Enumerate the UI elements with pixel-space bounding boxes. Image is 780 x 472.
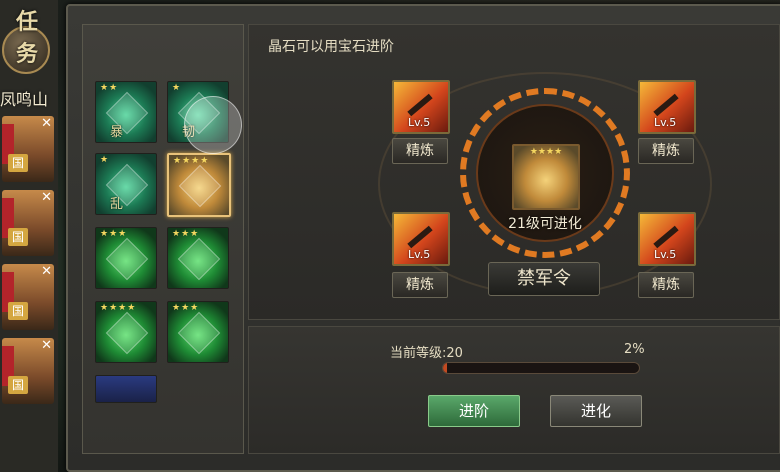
evolve-level-text: 21级可进化 xyxy=(508,216,582,232)
level-progress-bar xyxy=(442,362,640,374)
gem-tag: 乱 xyxy=(110,197,124,212)
center-gem-slot[interactable]: ★★★★ xyxy=(512,144,580,210)
touch-indicator xyxy=(184,96,242,154)
hero-portrait[interactable]: ✕ 国 xyxy=(2,338,54,404)
material-slot[interactable]: Lv.5 xyxy=(392,80,450,134)
slot-level: Lv.5 xyxy=(654,248,677,261)
material-slot[interactable]: Lv.5 xyxy=(392,212,450,266)
hero-portrait[interactable]: ✕ 国 xyxy=(2,190,54,256)
grade-badge: 国 xyxy=(8,154,28,172)
material-slot[interactable]: Lv.5 xyxy=(638,80,696,134)
gem-item[interactable]: ★★★ xyxy=(167,227,229,289)
sword-icon xyxy=(407,93,433,117)
gold-crystal-icon xyxy=(178,164,222,208)
gem-tag: 暴 xyxy=(110,125,124,140)
item-name: 禁军令 xyxy=(488,262,600,296)
evolve-button[interactable]: 进化 xyxy=(550,395,642,427)
hint-text: 晶石可以用宝石进阶 xyxy=(268,39,394,55)
close-icon[interactable]: ✕ xyxy=(41,264,52,279)
close-icon[interactable]: ✕ xyxy=(41,116,52,131)
grade-badge: 国 xyxy=(8,302,28,320)
grade-badge: 国 xyxy=(8,376,28,394)
progress-percent: 2% xyxy=(624,342,645,357)
material-slot[interactable]: Lv.5 xyxy=(638,212,696,266)
level-area xyxy=(248,326,780,454)
location-label: 凤鸣山 xyxy=(0,90,49,109)
close-icon[interactable]: ✕ xyxy=(41,190,52,205)
gem-item[interactable]: ★★★★ xyxy=(95,301,157,363)
gem-item[interactable]: ★ 乱 xyxy=(95,153,157,215)
left-hero-strip: 任务 凤鸣山 ✕ 国 ✕ 国 ✕ 国 ✕ 国 xyxy=(0,0,58,472)
refine-button[interactable]: 精炼 xyxy=(392,272,448,298)
emerald-gem-icon xyxy=(177,237,221,281)
slot-level: Lv.5 xyxy=(654,116,677,129)
quest-label: 任务 xyxy=(16,10,39,67)
slot-level: Lv.5 xyxy=(408,116,431,129)
gem-list: ★★ 暴 ★ 韧 ★ 乱 ★★★★ ★★★ ★★★ ★★★★ ★★★ xyxy=(82,24,244,454)
grade-badge: 国 xyxy=(8,228,28,246)
gem-item[interactable]: ★★★ xyxy=(167,301,229,363)
current-level: 当前等级:20 xyxy=(390,346,463,361)
star-rating: ★★★★ xyxy=(529,147,563,157)
emerald-gem-icon xyxy=(105,237,149,281)
sword-icon xyxy=(407,225,433,249)
hero-portrait[interactable]: ✕ 国 xyxy=(2,116,54,182)
refine-button[interactable]: 精炼 xyxy=(392,138,448,164)
refine-button[interactable]: 精炼 xyxy=(638,138,694,164)
advance-button[interactable]: 进阶 xyxy=(428,395,520,427)
sword-icon xyxy=(653,93,679,117)
hero-portrait[interactable]: ✕ 国 xyxy=(2,264,54,330)
refine-button[interactable]: 精炼 xyxy=(638,272,694,298)
gem-item[interactable]: ★★★ xyxy=(95,227,157,289)
progress-fill xyxy=(443,363,447,373)
gem-item[interactable]: ★★ 暴 xyxy=(95,81,157,143)
close-icon[interactable]: ✕ xyxy=(41,338,52,353)
sword-icon xyxy=(653,225,679,249)
emerald-gem-icon xyxy=(105,311,149,355)
gem-item[interactable] xyxy=(95,375,157,403)
gem-item-selected[interactable]: ★★★★ xyxy=(167,153,231,217)
slot-level: Lv.5 xyxy=(408,248,431,261)
emerald-gem-icon xyxy=(177,311,221,355)
